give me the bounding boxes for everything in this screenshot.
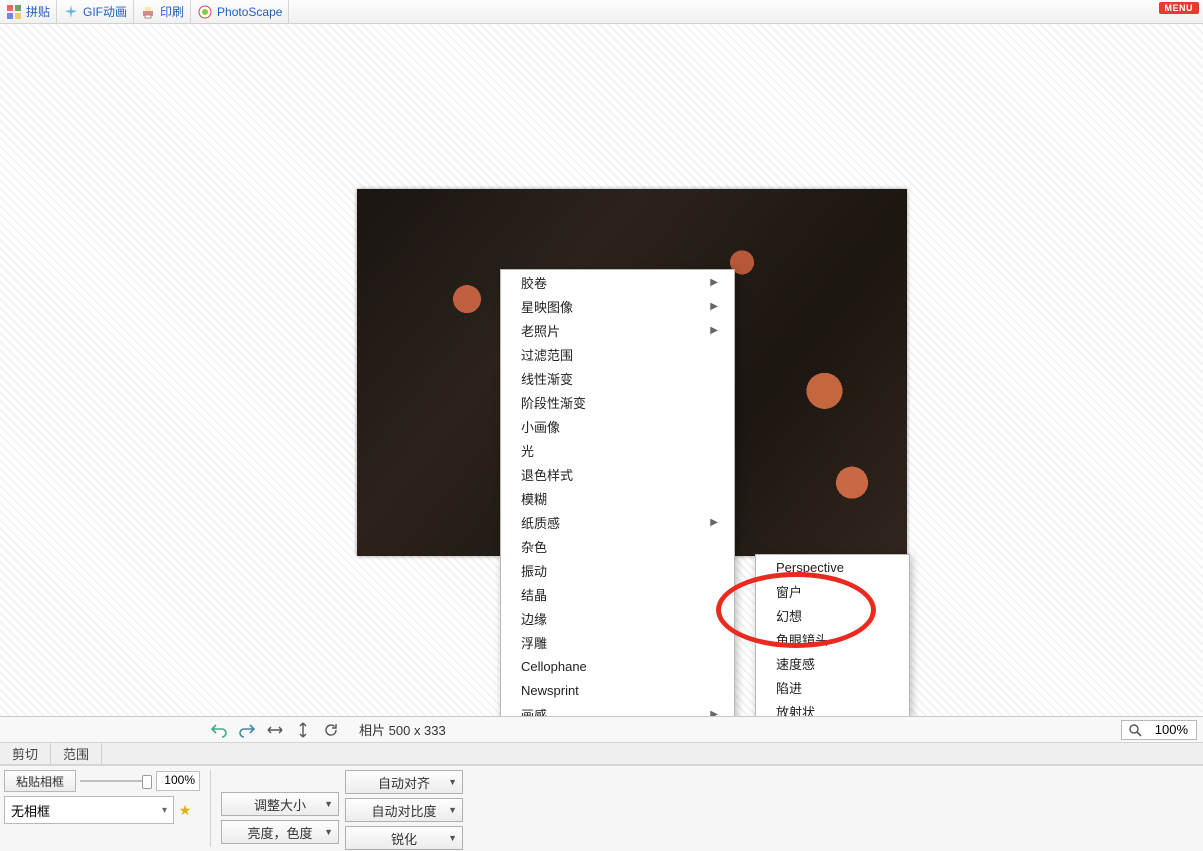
menu-item-paper[interactable]: 纸质感▶ (501, 510, 734, 534)
zoom-control[interactable] (1121, 720, 1197, 740)
fit-width-button[interactable] (265, 720, 285, 740)
printer-icon (140, 4, 156, 20)
info-bar: 相片 500 x 333 (0, 716, 1203, 742)
toolbar-tab-collage[interactable]: 拼贴 (0, 0, 57, 23)
tab-crop[interactable]: 剪切 (0, 743, 51, 764)
sharpen-combo[interactable]: 锐化 ▼ (345, 826, 463, 850)
sparkle-icon (63, 4, 79, 20)
menu-item-newsprint[interactable]: Newsprint (501, 678, 734, 702)
menu-item-step-gradient[interactable]: 阶段性渐变 (501, 390, 734, 414)
submenu-illusion[interactable]: 幻想 (756, 603, 909, 627)
menu-item-vibrate[interactable]: 振动 (501, 558, 734, 582)
fit-height-button[interactable] (293, 720, 313, 740)
top-toolbar: 拼贴 GIF动画 印刷 PhotoScape MENU (0, 0, 1203, 24)
tab-range[interactable]: 范围 (51, 743, 102, 764)
menu-button[interactable]: MENU (1159, 2, 1200, 14)
favorite-button[interactable]: ★ (176, 802, 194, 819)
brightness-color-combo[interactable]: 亮度，色度 ▼ (221, 820, 339, 844)
menu-label: MENU (1165, 3, 1194, 13)
bottom-tabs: 剪切 范围 (0, 742, 1203, 765)
menu-item-blur[interactable]: 模糊 (501, 486, 734, 510)
menu-item-light[interactable]: 光 (501, 438, 734, 462)
frame-select[interactable]: 无相框 ▾ (4, 796, 174, 824)
chevron-right-icon: ▶ (710, 517, 718, 528)
toolbar-tab-print[interactable]: 印刷 (134, 0, 191, 23)
app-icon (197, 4, 213, 20)
toolbar-tab-label: PhotoScape (217, 5, 282, 19)
toolbar-tab-gif[interactable]: GIF动画 (57, 0, 134, 23)
auto-align-combo[interactable]: 自动对齐 ▼ (345, 770, 463, 794)
menu-item-fade-style[interactable]: 退色样式 (501, 462, 734, 486)
toolbar-tab-label: GIF动画 (83, 3, 127, 20)
menu-item-oldphoto[interactable]: 老照片▶ (501, 318, 734, 342)
toolbar-tab-label: 拼贴 (26, 3, 50, 20)
grid-icon (6, 4, 22, 20)
submenu-sink[interactable]: 陷进 (756, 675, 909, 699)
chevron-down-icon: ▼ (324, 827, 333, 837)
chevron-down-icon: ▼ (448, 833, 457, 843)
menu-item-linear-gradient[interactable]: 线性渐变 (501, 366, 734, 390)
menu-item-painting[interactable]: 画感▶ (501, 702, 734, 716)
toolbar-tab-app[interactable]: PhotoScape (191, 0, 289, 23)
toolbar-tab-label: 印刷 (160, 3, 184, 20)
zoom-input[interactable] (1146, 721, 1190, 738)
menu-item-noise[interactable]: 杂色 (501, 534, 734, 558)
submenu-window[interactable]: 窗户 (756, 579, 909, 603)
controls-panel: 粘贴相框 100% 无相框 ▾ ★ 调整大小 ▼ 亮度，色度 ▼ 自动对齐 ▼ (0, 765, 1203, 851)
chevron-right-icon: ▶ (710, 301, 718, 312)
menu-item-cellophane[interactable]: Cellophane (501, 654, 734, 678)
chevron-right-icon: ▶ (710, 277, 718, 288)
menu-item-film[interactable]: 胶卷▶ (501, 270, 734, 294)
undo-button[interactable] (209, 720, 229, 740)
menu-item-emboss[interactable]: 浮雕 (501, 630, 734, 654)
zoom-icon (1128, 723, 1142, 737)
menu-item-smallimage[interactable]: 小画像 (501, 414, 734, 438)
photo-dimensions: 相片 500 x 333 (359, 720, 446, 739)
submenu-fisheye[interactable]: 鱼眼镜头 (756, 627, 909, 651)
chevron-down-icon: ▼ (324, 799, 333, 809)
chevron-down-icon: ▾ (162, 805, 167, 816)
chevron-down-icon: ▼ (448, 777, 457, 787)
menu-item-filter-range[interactable]: 过滤范围 (501, 342, 734, 366)
chevron-right-icon: ▶ (710, 325, 718, 336)
menu-item-edge[interactable]: 边缘 (501, 606, 734, 630)
paste-frame-button[interactable]: 粘贴相框 (4, 770, 76, 792)
opacity-slider[interactable] (80, 772, 152, 790)
menu-item-starimage[interactable]: 星映图像▶ (501, 294, 734, 318)
refresh-button[interactable] (321, 720, 341, 740)
submenu-perspective[interactable]: Perspective (756, 555, 909, 579)
opacity-value[interactable]: 100% (156, 771, 200, 791)
context-submenu: Perspective 窗户 幻想 鱼眼镜头 速度感 陷进 放射状 波浪 漩涡 (755, 554, 910, 716)
auto-contrast-combo[interactable]: 自动对比度 ▼ (345, 798, 463, 822)
chevron-right-icon: ▶ (710, 709, 718, 717)
menu-item-crystallize[interactable]: 结晶 (501, 582, 734, 606)
redo-button[interactable] (237, 720, 257, 740)
chevron-down-icon: ▼ (448, 805, 457, 815)
context-menu: 胶卷▶ 星映图像▶ 老照片▶ 过滤范围 线性渐变 阶段性渐变 小画像 光 退色样… (500, 269, 735, 716)
adjust-size-combo[interactable]: 调整大小 ▼ (221, 792, 339, 816)
submenu-radial[interactable]: 放射状 (756, 699, 909, 716)
submenu-speed[interactable]: 速度感 (756, 651, 909, 675)
canvas-area: 胶卷▶ 星映图像▶ 老照片▶ 过滤范围 线性渐变 阶段性渐变 小画像 光 退色样… (0, 24, 1203, 716)
